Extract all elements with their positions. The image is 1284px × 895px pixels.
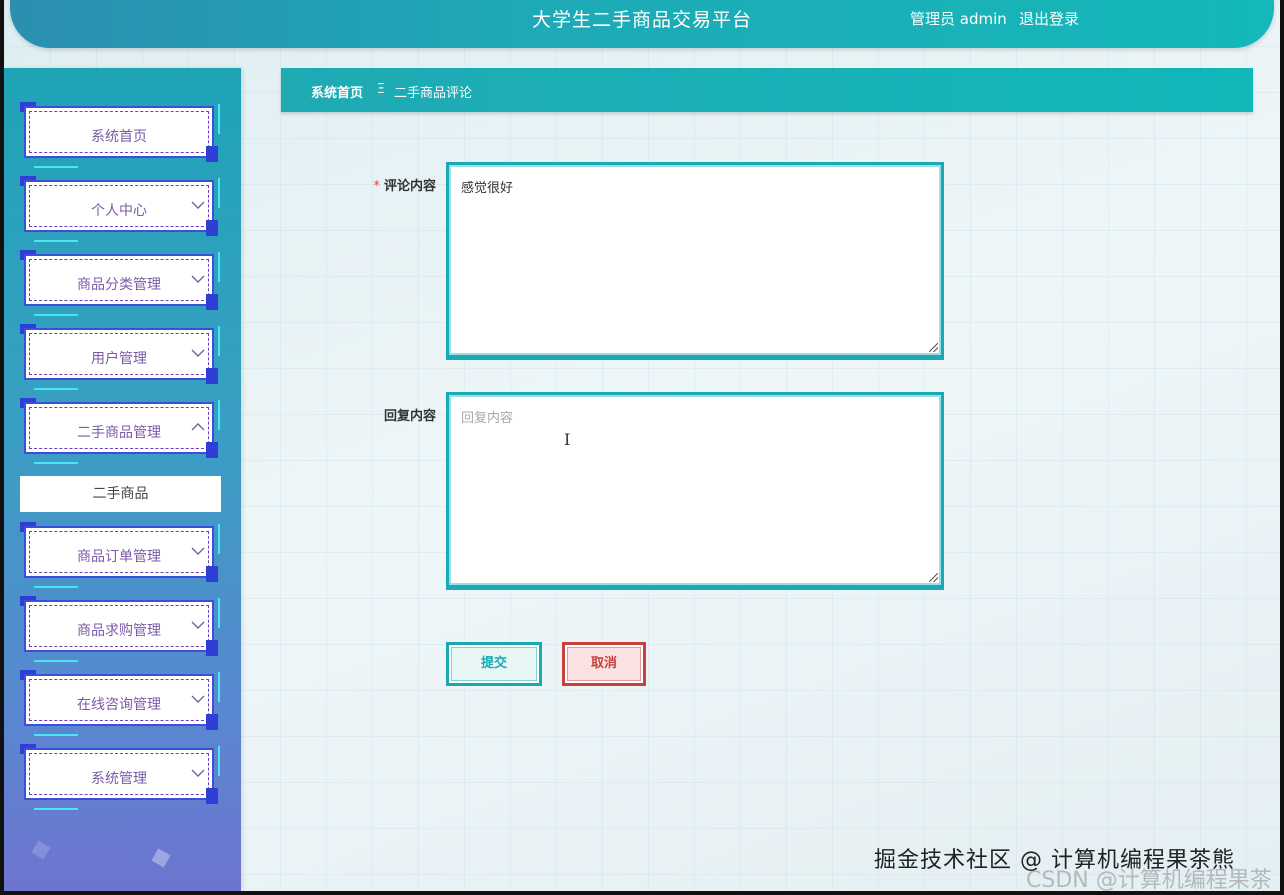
sidebar-item-label: 二手商品管理 — [77, 425, 161, 441]
app-title: 大学生二手商品交易平台 — [531, 9, 752, 31]
sidebar: 系统首页 个人中心 商品分类管理 用户管理 二手商品管理 二手商品 商品订单管理… — [4, 68, 241, 891]
sidebar-item-label: 商品求购管理 — [77, 623, 161, 639]
submit-button[interactable]: 提交 — [446, 642, 542, 686]
chevron-down-icon — [191, 695, 205, 703]
sidebar-item-label: 在线咨询管理 — [77, 697, 161, 713]
breadcrumb-separator-icon: Ξ — [377, 82, 386, 97]
sidebar-item-system[interactable]: 系统管理 — [20, 744, 220, 810]
breadcrumb-home[interactable]: 系统首页 — [311, 82, 363, 101]
reply-textarea[interactable] — [449, 395, 941, 585]
sidebar-item-goods[interactable]: 二手商品管理 — [20, 398, 220, 464]
logout-link[interactable]: 退出登录 — [1019, 8, 1079, 29]
comment-label: * 评论内容 — [373, 179, 436, 194]
reply-label: 回复内容 — [383, 409, 436, 424]
sidebar-item-orders[interactable]: 商品订单管理 — [20, 522, 220, 588]
resize-handle-icon[interactable] — [929, 573, 938, 582]
text-cursor-icon: I — [564, 430, 571, 449]
cancel-button[interactable]: 取消 — [562, 642, 646, 686]
reply-field-wrapper — [446, 392, 944, 590]
sidebar-item-label: 商品分类管理 — [77, 277, 161, 293]
decor-square — [31, 840, 51, 860]
chevron-down-icon — [191, 275, 205, 283]
sidebar-subitem-goods[interactable]: 二手商品 — [20, 476, 221, 512]
resize-handle-icon[interactable] — [929, 343, 938, 352]
top-header: 大学生二手商品交易平台 管理员 admin 退出登录 — [10, 0, 1274, 48]
watermark-juejin: 掘金技术社区 @ 计算机编程果茶熊 — [874, 848, 1235, 873]
chevron-down-icon — [191, 547, 205, 555]
required-mark: * — [373, 179, 380, 194]
current-user: 管理员 admin — [910, 10, 1007, 28]
chevron-up-icon — [191, 423, 205, 431]
breadcrumb: 系统首页 Ξ 二手商品评论 — [281, 68, 1253, 112]
sidebar-item-home[interactable]: 系统首页 — [20, 102, 220, 168]
comment-textarea[interactable] — [449, 165, 941, 355]
sidebar-item-users[interactable]: 用户管理 — [20, 324, 220, 390]
chevron-down-icon — [191, 201, 205, 209]
sidebar-item-consult[interactable]: 在线咨询管理 — [20, 670, 220, 736]
sidebar-item-label: 系统管理 — [91, 771, 147, 787]
chevron-down-icon — [191, 349, 205, 357]
chevron-down-icon — [191, 621, 205, 629]
sidebar-item-personal-center[interactable]: 个人中心 — [20, 176, 220, 242]
sidebar-item-label: 商品订单管理 — [77, 549, 161, 565]
app-frame: 大学生二手商品交易平台 管理员 admin 退出登录 系统首页 个人中心 商品分… — [4, 0, 1280, 891]
chevron-down-icon — [191, 769, 205, 777]
sidebar-item-category[interactable]: 商品分类管理 — [20, 250, 220, 316]
sidebar-item-label: 用户管理 — [91, 351, 147, 367]
decor-square — [151, 848, 171, 868]
sidebar-item-purchase[interactable]: 商品求购管理 — [20, 596, 220, 662]
breadcrumb-current: 二手商品评论 — [394, 86, 473, 101]
sidebar-item-label: 系统首页 — [91, 129, 147, 145]
sidebar-item-label: 个人中心 — [91, 203, 147, 219]
comment-field-wrapper — [446, 162, 944, 360]
